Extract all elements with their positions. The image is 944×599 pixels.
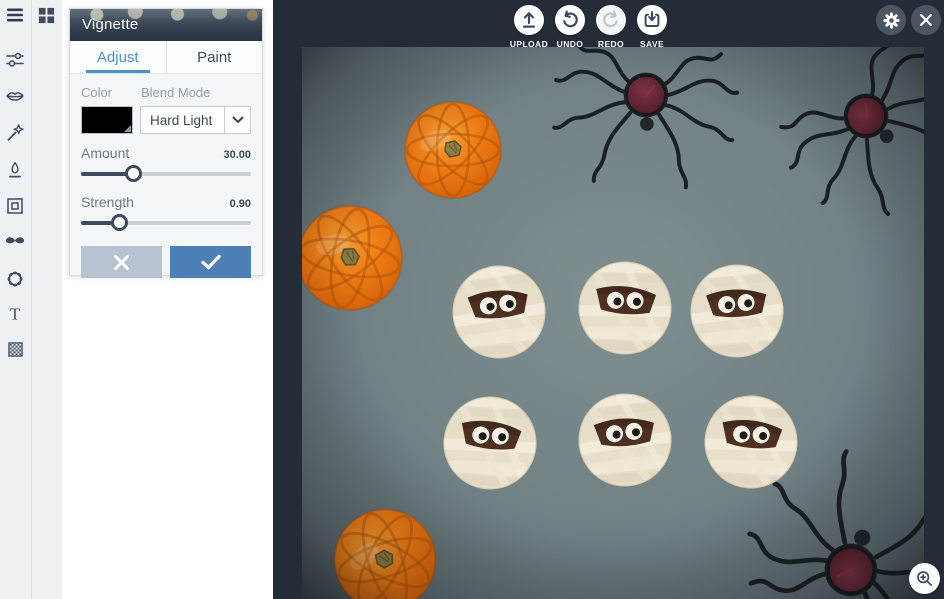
artsy-brush-icon: [9, 161, 21, 178]
svg-text:T: T: [10, 305, 21, 324]
sidebar-item-text[interactable]: T: [1, 300, 29, 328]
vignette-overlay: [302, 47, 924, 599]
sidebar-item-touchup[interactable]: [1, 82, 29, 110]
magnifier-plus-icon: [917, 571, 933, 587]
sidebar-item-effects[interactable]: [1, 119, 29, 147]
amount-label: Amount: [81, 145, 130, 161]
chevron-down-icon: [232, 116, 243, 123]
dropdown-chevron: [224, 107, 250, 133]
sidebar-item-artsy[interactable]: [1, 156, 29, 184]
sidebar-divider: [31, 0, 32, 599]
save-icon: [644, 11, 660, 27]
redo-icon: [603, 10, 618, 28]
sidebar: T: [0, 0, 62, 599]
save-button[interactable]: SAVE: [631, 5, 673, 49]
cancel-x-icon: [114, 254, 129, 270]
panel-body: Color Blend Mode Hard Light Amount 30.00…: [70, 74, 262, 278]
sidebar-item-graphics[interactable]: [1, 228, 29, 256]
amount-slider-handle[interactable]: [124, 165, 142, 182]
vignette-color-swatch[interactable]: [81, 106, 133, 134]
undo-icon: [563, 10, 578, 28]
gear-icon: [882, 11, 900, 29]
strength-label: Strength: [81, 194, 134, 210]
graphics-mustache-icon: [5, 237, 25, 244]
strength-value: 0.90: [229, 198, 251, 210]
blend-mode-label: Blend Mode: [141, 85, 211, 100]
panel-title: Vignette: [82, 16, 139, 33]
text-icon: T: [10, 305, 21, 324]
undo-button[interactable]: UNDO: [549, 5, 591, 49]
strength-slider-handle[interactable]: [111, 214, 129, 231]
blend-mode-dropdown[interactable]: Hard Light: [140, 106, 251, 134]
color-label: Color: [81, 85, 113, 100]
amount-slider[interactable]: [81, 165, 251, 183]
panel-tabs: Adjust Paint: [70, 41, 262, 74]
halloween-photo: [302, 47, 924, 599]
sidebar-item-textures[interactable]: [1, 335, 29, 363]
blend-mode-value: Hard Light: [150, 112, 213, 128]
hamburger-menu-icon: [7, 8, 23, 22]
touchup-lips-icon: [6, 92, 24, 101]
menu-button[interactable]: [1, 1, 29, 29]
overlays-seal-icon: [7, 271, 23, 287]
upload-icon: [522, 12, 536, 28]
frames-icon: [7, 198, 23, 214]
close-button[interactable]: [911, 5, 941, 35]
redo-button[interactable]: REDO: [590, 5, 632, 49]
templates-grid-icon: [38, 7, 54, 23]
vignette-panel: Vignette Adjust Paint Color Blend Mode H…: [69, 8, 263, 278]
cancel-button[interactable]: [81, 246, 162, 278]
sidebar-item-edit[interactable]: [1, 46, 29, 74]
sidebar-item-frames[interactable]: [1, 192, 29, 220]
effects-wand-icon: [7, 124, 24, 142]
panel-header: Vignette: [70, 9, 262, 41]
tab-adjust[interactable]: Adjust: [70, 41, 167, 73]
textures-icon: [7, 341, 23, 357]
sidebar-item-overlays[interactable]: [1, 265, 29, 293]
photo-canvas[interactable]: [302, 47, 924, 599]
confirm-check-icon: [200, 254, 221, 270]
close-x-icon: [919, 13, 933, 27]
active-tab-underline: [86, 70, 150, 73]
tab-paint[interactable]: Paint: [167, 41, 263, 73]
photo-editor-app: T Vignette Adjust Paint Color Blend Mode…: [0, 0, 944, 599]
upload-button[interactable]: UPLOAD: [508, 5, 550, 49]
zoom-button[interactable]: [909, 563, 940, 594]
confirm-button[interactable]: [170, 246, 251, 278]
templates-button[interactable]: [32, 1, 60, 29]
tool-pane: Vignette Adjust Paint Color Blend Mode H…: [62, 0, 273, 599]
strength-slider[interactable]: [81, 214, 251, 232]
settings-button[interactable]: [876, 5, 906, 35]
canvas-area: UPLOAD UNDO REDO SAVE: [273, 0, 944, 599]
amount-value: 30.00: [223, 149, 251, 161]
edit-sliders-icon: [6, 52, 24, 67]
swatch-dropdown-triangle-icon: [124, 125, 131, 132]
